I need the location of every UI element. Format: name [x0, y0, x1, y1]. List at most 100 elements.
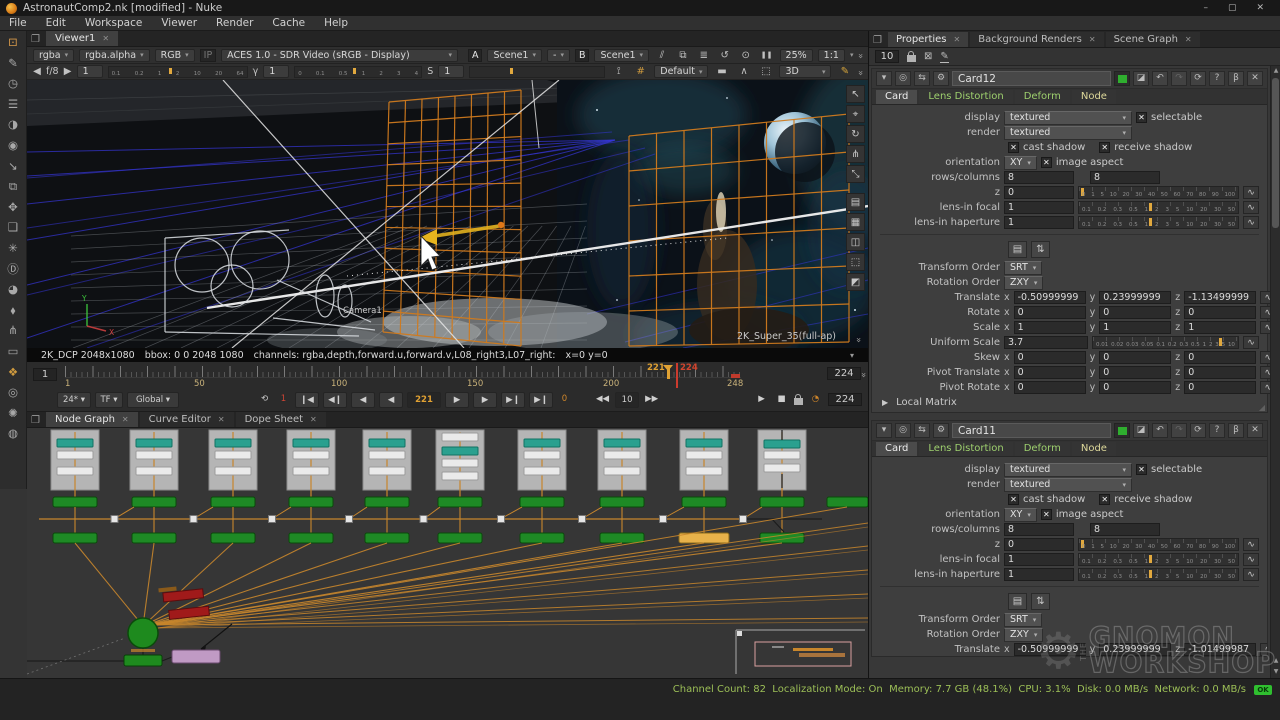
tab-node[interactable]: Node: [1072, 90, 1116, 104]
node-graph-minimap[interactable]: [736, 630, 865, 674]
channels-dropdown[interactable]: rgba▾: [33, 49, 74, 62]
saturation-input[interactable]: 1: [438, 65, 464, 78]
wrench-icon[interactable]: ⚙: [933, 423, 949, 438]
menu-help[interactable]: Help: [324, 17, 348, 29]
scroll-up-icon[interactable]: ▲: [1271, 66, 1280, 76]
script-icon[interactable]: β: [1228, 423, 1244, 438]
dot-node[interactable]: [498, 516, 505, 523]
curve-icon[interactable]: ∿: [1243, 568, 1259, 581]
revert-icon[interactable]: ⟳: [1190, 71, 1206, 86]
switch-icon[interactable]: ⇆: [914, 71, 930, 86]
cast-shadow-checkbox[interactable]: ✕: [1008, 142, 1019, 153]
b-buffer-badge[interactable]: B: [575, 49, 590, 62]
playback-mode-icon[interactable]: ▶: [754, 392, 769, 408]
a-buffer-badge[interactable]: A: [468, 49, 483, 62]
3d-icon[interactable]: ❑: [3, 219, 23, 235]
draw-icon[interactable]: ✎: [3, 55, 23, 71]
colorspace-dropdown[interactable]: ACES 1.0 - SDR Video (sRGB - Display)▾: [221, 49, 458, 62]
viewer-3d-viewport[interactable]: Camera1 Y X ↖ ⌖: [27, 80, 868, 348]
orientation-dropdown[interactable]: XY▾: [1004, 508, 1037, 522]
stack-icon[interactable]: ≣: [696, 50, 712, 61]
z-field[interactable]: [1004, 538, 1074, 551]
scale-z-field[interactable]: [1184, 321, 1256, 334]
dot-node[interactable]: [740, 516, 747, 523]
z-slider[interactable]: 015102030405060708090100: [1078, 538, 1239, 551]
cast-shadow-checkbox[interactable]: ✕: [1008, 494, 1019, 505]
file-icon[interactable]: ▤: [1008, 241, 1027, 258]
annotate-icon[interactable]: ✎: [836, 66, 853, 77]
close-tab-icon[interactable]: ✕: [954, 35, 961, 44]
roi-icon[interactable]: ⬚: [757, 66, 774, 77]
lens-in-focal-slider[interactable]: 0.10.20.30.5123510203050: [1078, 201, 1239, 214]
rotate-z-field[interactable]: [1184, 306, 1256, 319]
group-node[interactable]: [209, 430, 257, 543]
pivot-translate-z-field[interactable]: [1184, 366, 1256, 379]
menu-edit[interactable]: Edit: [46, 17, 66, 29]
resize-grip[interactable]: ◢: [1259, 403, 1265, 412]
dot-node[interactable]: [190, 516, 197, 523]
card-node[interactable]: [365, 533, 409, 543]
next-key-button[interactable]: ▶❙: [501, 392, 525, 408]
columns-field[interactable]: [1090, 523, 1160, 536]
range-start-field[interactable]: 1: [33, 368, 57, 381]
node-name-field[interactable]: [952, 423, 1111, 438]
axis-icon[interactable]: ⇅: [1031, 241, 1050, 258]
curve-icon[interactable]: ∿: [1260, 381, 1270, 394]
dot-node[interactable]: [660, 516, 667, 523]
close-tab-icon[interactable]: ✕: [1089, 35, 1096, 44]
a-input-dropdown[interactable]: Scene1▾: [487, 49, 542, 62]
display-dropdown[interactable]: textured▾: [1004, 463, 1132, 477]
revert-icon[interactable]: ⟳: [1190, 423, 1206, 438]
lens-in-focal-field[interactable]: [1004, 553, 1074, 566]
card-node[interactable]: [438, 533, 482, 543]
alpha-dropdown[interactable]: rgba.alpha▾: [79, 49, 150, 62]
furnace-icon[interactable]: ❖: [3, 364, 23, 380]
maximize-button[interactable]: ▢: [1228, 3, 1237, 13]
pivot-rotate-z-field[interactable]: [1184, 381, 1256, 394]
wipe-dropdown[interactable]: -▾: [547, 49, 570, 62]
scanline-node[interactable]: [132, 497, 176, 507]
group-node[interactable]: [679, 430, 729, 543]
close-tab-icon[interactable]: ✕: [102, 34, 109, 43]
postage-stamp-button[interactable]: [1114, 71, 1130, 86]
translate-z-field[interactable]: [1184, 291, 1256, 304]
frame-step-field[interactable]: 10: [615, 392, 639, 408]
close-button[interactable]: ✕: [1256, 3, 1264, 13]
viewport-chevron-icon[interactable]: »: [853, 337, 863, 343]
dot-node[interactable]: [420, 516, 427, 523]
translate-icon[interactable]: ⌖: [846, 105, 865, 123]
close-panel-icon[interactable]: ✕: [1247, 71, 1263, 86]
realtime-icon[interactable]: ◔: [808, 392, 823, 408]
wipe-icon[interactable]: ⫽: [654, 50, 670, 61]
dot-node[interactable]: [269, 516, 276, 523]
channels-icon[interactable]: ◪: [1133, 71, 1149, 86]
transform-icon[interactable]: ✥: [3, 199, 23, 215]
group-node[interactable]: [758, 430, 806, 543]
range-end-field[interactable]: 224: [828, 393, 862, 406]
rows-field[interactable]: [1004, 171, 1074, 184]
curve-icon[interactable]: ∿: [1260, 291, 1270, 304]
pane-icon[interactable]: ❐: [31, 415, 40, 426]
menu-cache[interactable]: Cache: [272, 17, 305, 29]
redo-icon[interactable]: ↷: [1171, 71, 1187, 86]
group-node[interactable]: [287, 430, 335, 543]
display-dropdown[interactable]: textured▾: [1004, 111, 1132, 125]
particles-icon[interactable]: ✳: [3, 240, 23, 256]
scene-node[interactable]: [128, 618, 158, 648]
scanline-node[interactable]: [827, 497, 868, 507]
orientation-dropdown[interactable]: XY▾: [1004, 156, 1037, 170]
axis-icon[interactable]: ⇅: [1031, 593, 1050, 610]
layout-split-icon[interactable]: ◫: [846, 233, 865, 251]
merge-icon[interactable]: ⧉: [3, 178, 23, 194]
selectable-checkbox[interactable]: ✕: [1136, 112, 1147, 123]
stop-icon[interactable]: ■: [774, 392, 789, 408]
uniform-scale-field[interactable]: [1004, 336, 1088, 349]
menu-workspace[interactable]: Workspace: [85, 17, 142, 29]
menu-render[interactable]: Render: [216, 17, 253, 29]
file-icon[interactable]: ▤: [1008, 593, 1027, 610]
pivot-rotate-x-field[interactable]: [1014, 381, 1086, 394]
lens-in-haperture-field[interactable]: [1004, 568, 1074, 581]
tab-deform[interactable]: Deform: [1015, 90, 1070, 104]
receive-shadow-checkbox[interactable]: ✕: [1099, 142, 1110, 153]
layout-grid-icon[interactable]: ▦: [846, 213, 865, 231]
